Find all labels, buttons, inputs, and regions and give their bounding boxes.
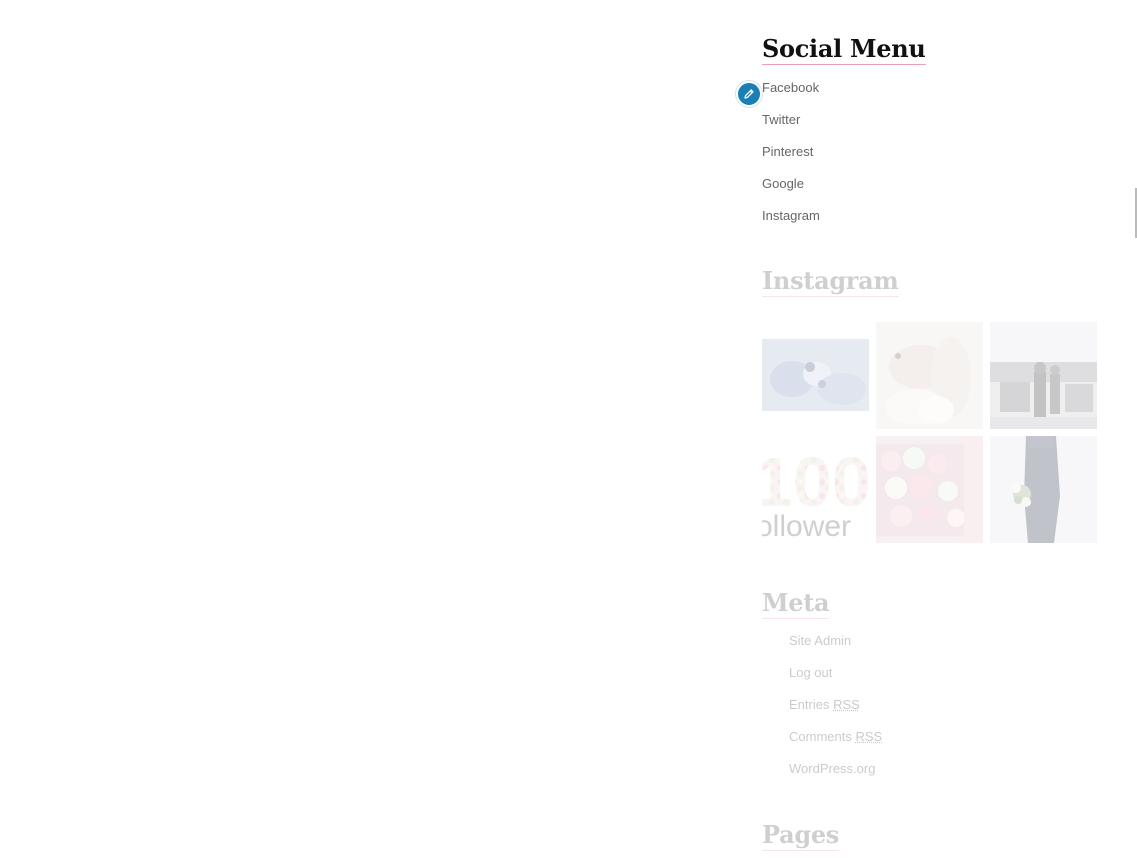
meta-list: Site Admin Log out Entries RSS Comments … xyxy=(789,632,882,792)
social-link-pinterest[interactable]: Pinterest xyxy=(762,142,820,174)
instagram-tile-hands-ring[interactable] xyxy=(876,322,983,429)
roses-box-image xyxy=(876,436,983,543)
meta-link-comments-rss[interactable]: Comments RSS xyxy=(789,728,882,760)
instagram-tile-100-followers[interactable]: 100 ollower xyxy=(762,436,869,543)
edit-shortcut-button[interactable] xyxy=(736,81,762,107)
rss-abbr: RSS xyxy=(833,697,860,712)
social-link-facebook[interactable]: Facebook xyxy=(762,78,820,110)
social-link-google[interactable]: Google xyxy=(762,174,820,206)
social-menu-title: Social Menu xyxy=(762,34,926,65)
instagram-widget: Instagram xyxy=(762,266,899,297)
blue-flowers-image xyxy=(762,339,869,411)
social-link-instagram[interactable]: Instagram xyxy=(762,206,820,238)
pencil-icon xyxy=(744,89,754,99)
meta-title: Meta xyxy=(762,588,830,619)
social-menu-list: Facebook Twitter Pinterest Google Instag… xyxy=(762,78,820,238)
instagram-tile-roses-box[interactable] xyxy=(876,436,983,543)
meta-link-site-admin[interactable]: Site Admin xyxy=(789,632,882,664)
instagram-tile-woman-bouquet[interactable] xyxy=(990,436,1097,543)
entries-rss-label: Entries xyxy=(789,697,834,712)
followers-image: 100 ollower xyxy=(762,436,869,543)
meta-widget: Meta xyxy=(762,588,830,619)
instagram-tile-blue-flowers[interactable] xyxy=(762,339,869,411)
instagram-title: Instagram xyxy=(762,266,899,297)
instagram-tile-crowd[interactable] xyxy=(990,322,1097,429)
meta-link-entries-rss[interactable]: Entries RSS xyxy=(789,696,882,728)
rss-abbr: RSS xyxy=(855,729,883,744)
social-link-twitter[interactable]: Twitter xyxy=(762,110,820,142)
pages-widget: Pages xyxy=(762,820,839,851)
meta-link-log-out[interactable]: Log out xyxy=(789,664,882,696)
comments-rss-label: Comments xyxy=(789,729,856,744)
woman-bouquet-image xyxy=(990,436,1097,543)
crowd-image xyxy=(990,322,1097,429)
pages-title: Pages xyxy=(762,820,840,851)
hands-ring-image xyxy=(876,322,983,429)
meta-link-wordpress-org[interactable]: WordPress.org xyxy=(789,760,882,792)
social-menu-widget: Social Menu xyxy=(762,34,926,65)
followers-label-text: ollower xyxy=(762,510,851,543)
